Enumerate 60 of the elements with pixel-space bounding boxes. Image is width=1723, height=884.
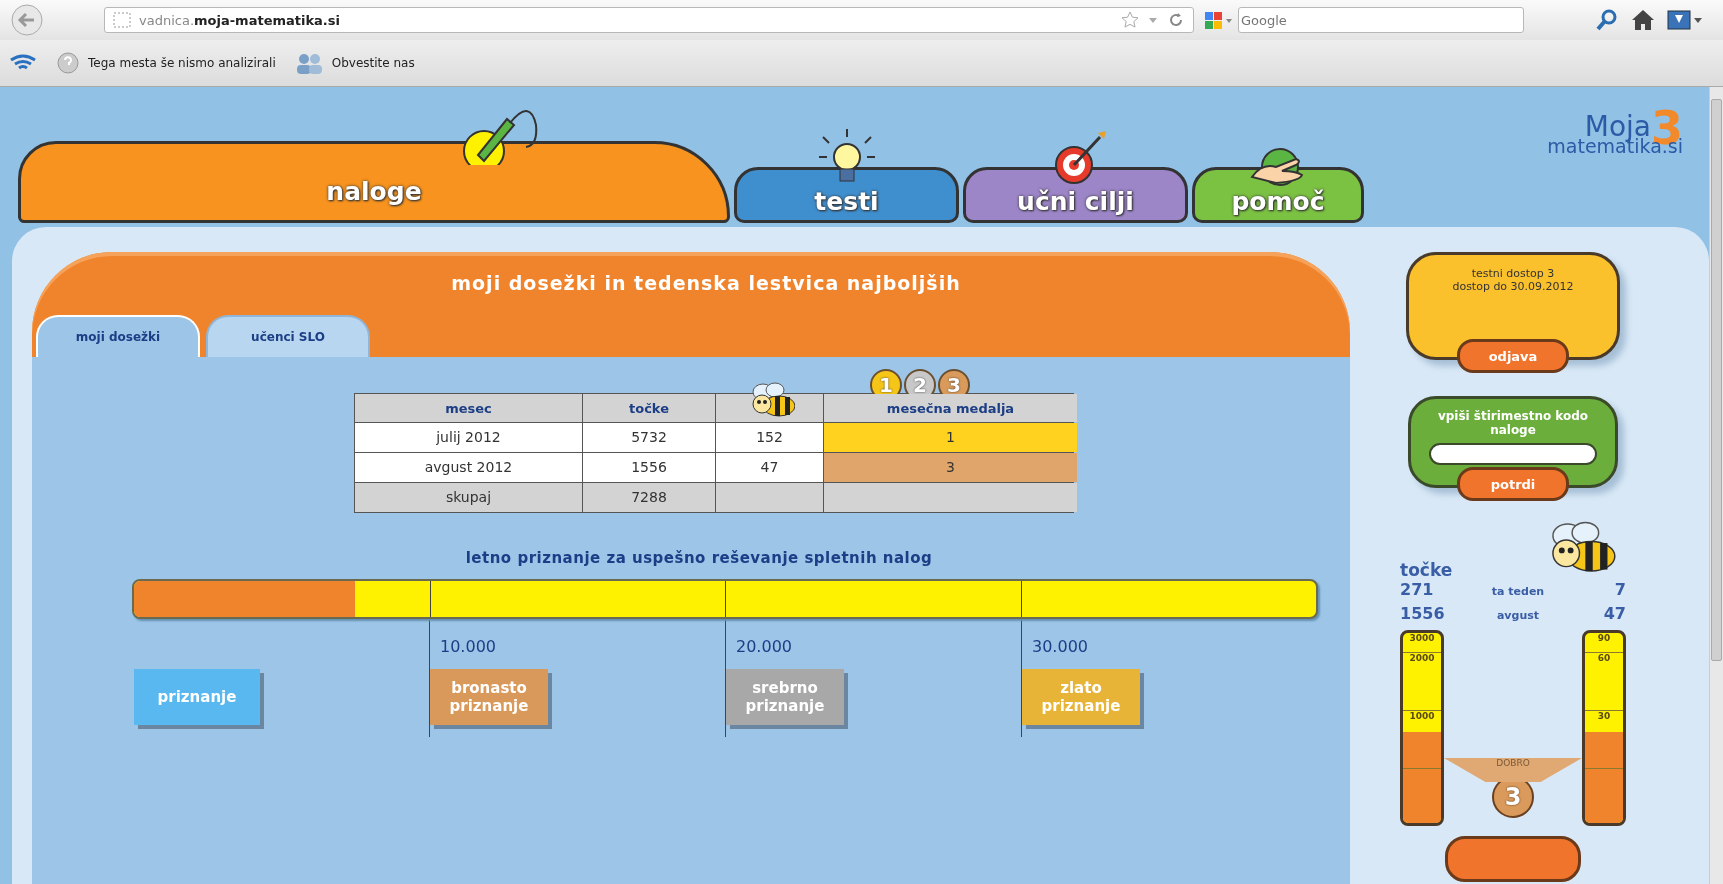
url-text: vadnica.moja-matematika.si [139,12,340,28]
access-text: dostop do 30.09.2012 [1452,280,1574,293]
code-input[interactable] [1429,443,1597,465]
table-cell: 7288 [583,483,715,512]
milestone-value: 10.000 [440,636,497,658]
milestone-value: 20.000 [736,636,793,658]
column-header: mesečna medalja [824,394,1077,422]
meter-tick: 1000 [1409,711,1435,721]
nav-tab[interactable]: pomoč [1192,167,1364,223]
toolbar-link[interactable]: Obvestite nas [331,56,415,70]
column-header: točke [583,394,715,422]
search-field[interactable]: Google [1238,7,1524,33]
address-bar[interactable]: vadnica.moja-matematika.si [104,7,1194,33]
nav-tab[interactable]: naloge [18,141,730,223]
table-cell: 152 [716,423,823,452]
meter-tick: 60 [1597,653,1611,663]
meter-tick: 90 [1597,633,1611,643]
access-text: testni dostop 3 [1471,267,1555,280]
google-icon [1204,10,1234,30]
back-button[interactable] [10,3,44,37]
table-cell: 3 [824,453,1077,482]
table-cell: 5732 [583,423,715,452]
scroll-thumb[interactable] [1711,99,1722,661]
reload-icon[interactable] [1167,11,1185,29]
table-cell: julij 2012 [355,423,582,452]
nav-tab[interactable]: testi [734,167,959,223]
logout-button[interactable]: odjava [1457,339,1569,373]
award-title: letno priznanje za uspešno reševanje spletnih nalog [464,549,934,567]
period-label: avgust [1496,609,1540,622]
table-cell: skupaj [355,483,582,512]
table-cell: 47 [716,453,823,482]
star-icon[interactable] [1121,11,1139,29]
panel-tab[interactable]: moji dosežki [36,315,200,357]
bee-count: 47 [1602,604,1626,623]
meter-tick: 30 [1597,711,1611,721]
nav-tab[interactable]: učni cilji [963,167,1188,223]
table-cell: 1 [824,423,1077,452]
scrollbar[interactable] [1709,87,1723,884]
bridge-label: DOBRO [1496,758,1530,770]
panel-title: moji dosežki in tedenska lestvica najboljših [450,271,962,294]
bee-count: 7 [1613,580,1626,599]
toolbar-link[interactable]: Tega mesta še nismo analizirali [88,56,276,70]
points-value: 1556 [1400,604,1446,623]
meter-tick: 3000 [1409,633,1435,643]
meter-tick: 2000 [1409,653,1435,663]
home-icon[interactable] [1630,7,1656,33]
table-cell: 1556 [583,453,715,482]
points-title: točke [1400,560,1453,580]
column-header: mesec [355,394,582,422]
period-label: ta teden [1491,585,1545,598]
page-icon [113,12,131,28]
bookmarks-icon[interactable] [1666,7,1704,33]
confirm-button[interactable]: potrdi [1457,467,1569,501]
help-icon[interactable] [56,51,80,75]
milestone-value: 30.000 [1032,636,1089,658]
points-value: 271 [1400,580,1435,599]
table-cell: avgust 2012 [355,453,582,482]
code-prompt: vpiši štirimestno kodo naloge [1436,409,1590,437]
panel-tab[interactable]: učenci SLO [206,315,370,357]
pill-button[interactable] [1445,836,1581,882]
